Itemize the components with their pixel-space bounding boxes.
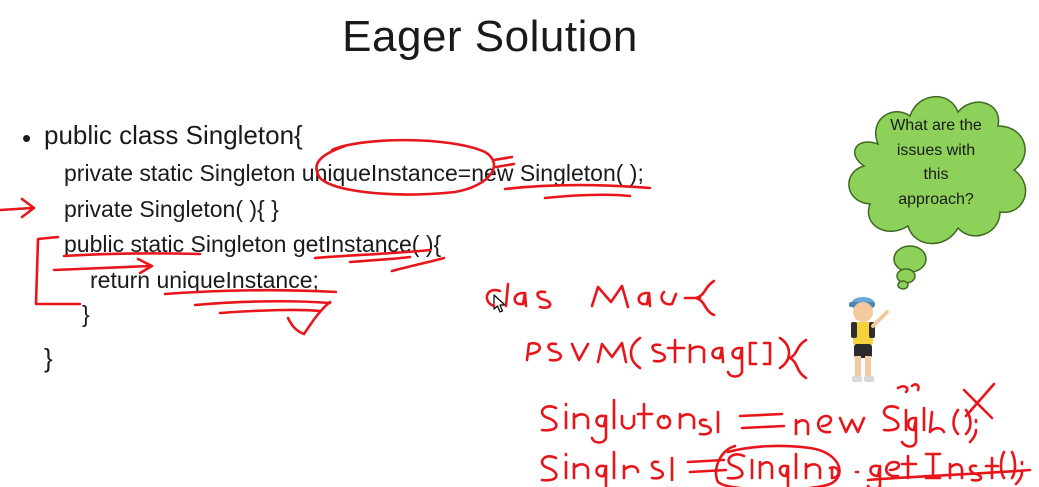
slide-title: Eager Solution — [342, 12, 638, 61]
check-mark — [286, 300, 332, 336]
underline-written-get-instance — [866, 468, 1032, 482]
x-mark — [962, 382, 996, 420]
code-line-get-instance: public static Singleton getInstance( ){ — [64, 231, 442, 257]
code-line-static-field: private static Singleton uniqueInstance=… — [64, 160, 644, 186]
underline-new-singleton — [503, 183, 652, 200]
circle-mark-singleton — [714, 444, 841, 487]
thought-bubble-text: What are the issues with this approach? — [858, 114, 1014, 212]
code-line-method-close-brace: } — [82, 301, 90, 327]
handwriting-get-instance — [540, 450, 1024, 487]
presentation-slide: Eager Solution • public class Singleton{… — [0, 0, 1039, 487]
bullet-point: • — [22, 123, 32, 153]
arrow-private-constructor — [0, 197, 36, 219]
thought-line-3: this — [923, 166, 949, 183]
handwriting-class-main — [485, 279, 716, 317]
thought-line-4: approach? — [898, 190, 974, 208]
thought-line-2: issues with — [896, 141, 976, 159]
thought-line-1: What are the — [890, 117, 982, 134]
sparkle-mark — [896, 383, 920, 394]
code-line-class-close-brace: } — [44, 343, 53, 373]
pointer-cursor-icon — [493, 294, 506, 313]
code-line-private-constructor: private Singleton( ){ } — [64, 196, 279, 222]
handwriting-new-singleton — [540, 398, 978, 448]
code-line-return: return uniqueInstance; — [90, 267, 319, 293]
code-line-class-declaration: public class Singleton{ — [44, 120, 303, 150]
cartoon-person-icon — [849, 297, 889, 382]
handwriting-psvm — [525, 336, 808, 380]
